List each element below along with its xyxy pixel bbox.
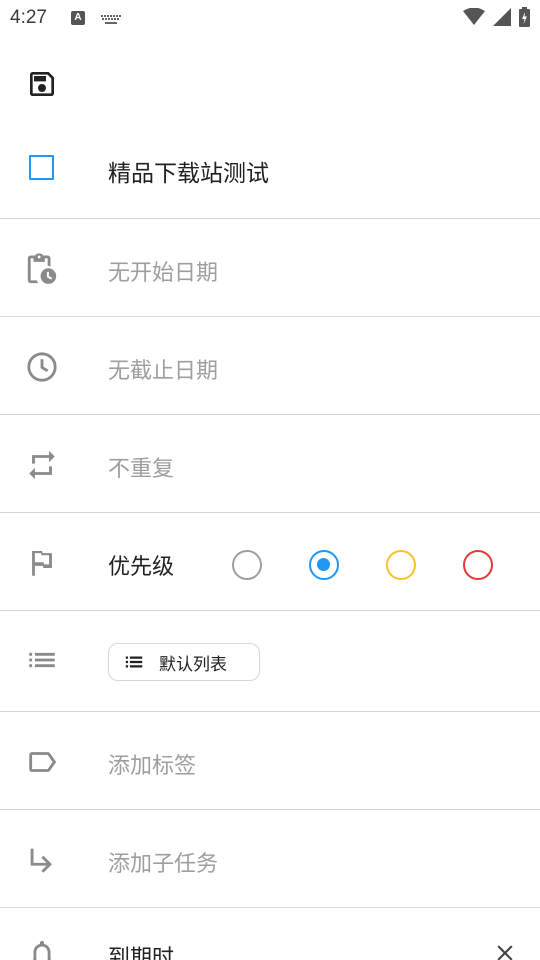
priority-low-radio[interactable]	[309, 550, 339, 580]
reminder-label: 到期时	[108, 946, 175, 960]
wifi-icon	[463, 8, 485, 25]
task-complete-checkbox[interactable]	[29, 155, 54, 180]
list-chip[interactable]: 默认列表	[108, 643, 260, 681]
priority-high-radio[interactable]	[463, 550, 493, 580]
close-icon[interactable]	[492, 940, 518, 960]
list-icon	[25, 643, 59, 677]
start-date-label: 无开始日期	[108, 261, 219, 286]
save-icon[interactable]	[26, 68, 58, 104]
subtask-row[interactable]: 添加子任务	[0, 810, 540, 907]
notification-a-icon: A	[71, 11, 85, 25]
list-row: 默认列表	[0, 611, 540, 711]
reminder-row[interactable]: 到期时	[0, 908, 540, 960]
subtask-label: 添加子任务	[108, 852, 219, 877]
toolbar	[0, 60, 540, 110]
priority-medium-radio[interactable]	[386, 550, 416, 580]
repeat-row[interactable]: 不重复	[0, 415, 540, 512]
list-chip-label: 默认列表	[159, 654, 227, 675]
priority-none-radio[interactable]	[232, 550, 262, 580]
tags-row[interactable]: 添加标签	[0, 712, 540, 809]
task-title-row: 精品下载站测试	[0, 130, 540, 218]
keyboard-icon	[101, 11, 121, 30]
status-bar: 4:27 A	[0, 0, 540, 36]
due-date-row[interactable]: 无截止日期	[0, 317, 540, 414]
bell-icon	[25, 938, 59, 960]
repeat-icon	[25, 448, 59, 482]
priority-row: 优先级	[0, 513, 540, 610]
battery-icon	[519, 7, 530, 27]
due-date-label: 无截止日期	[108, 359, 219, 384]
start-date-row[interactable]: 无开始日期	[0, 219, 540, 316]
tags-label: 添加标签	[108, 754, 197, 779]
list-icon	[125, 656, 143, 668]
clock-icon	[25, 350, 59, 384]
priority-label: 优先级	[108, 555, 175, 580]
clipboard-clock-icon	[25, 252, 59, 286]
status-time: 4:27	[10, 7, 47, 28]
label-icon	[25, 745, 59, 779]
subdirectory-arrow-icon	[25, 843, 59, 877]
task-title[interactable]: 精品下载站测试	[108, 154, 269, 188]
repeat-label: 不重复	[108, 457, 175, 482]
flag-icon	[25, 546, 59, 580]
signal-icon	[493, 8, 511, 26]
